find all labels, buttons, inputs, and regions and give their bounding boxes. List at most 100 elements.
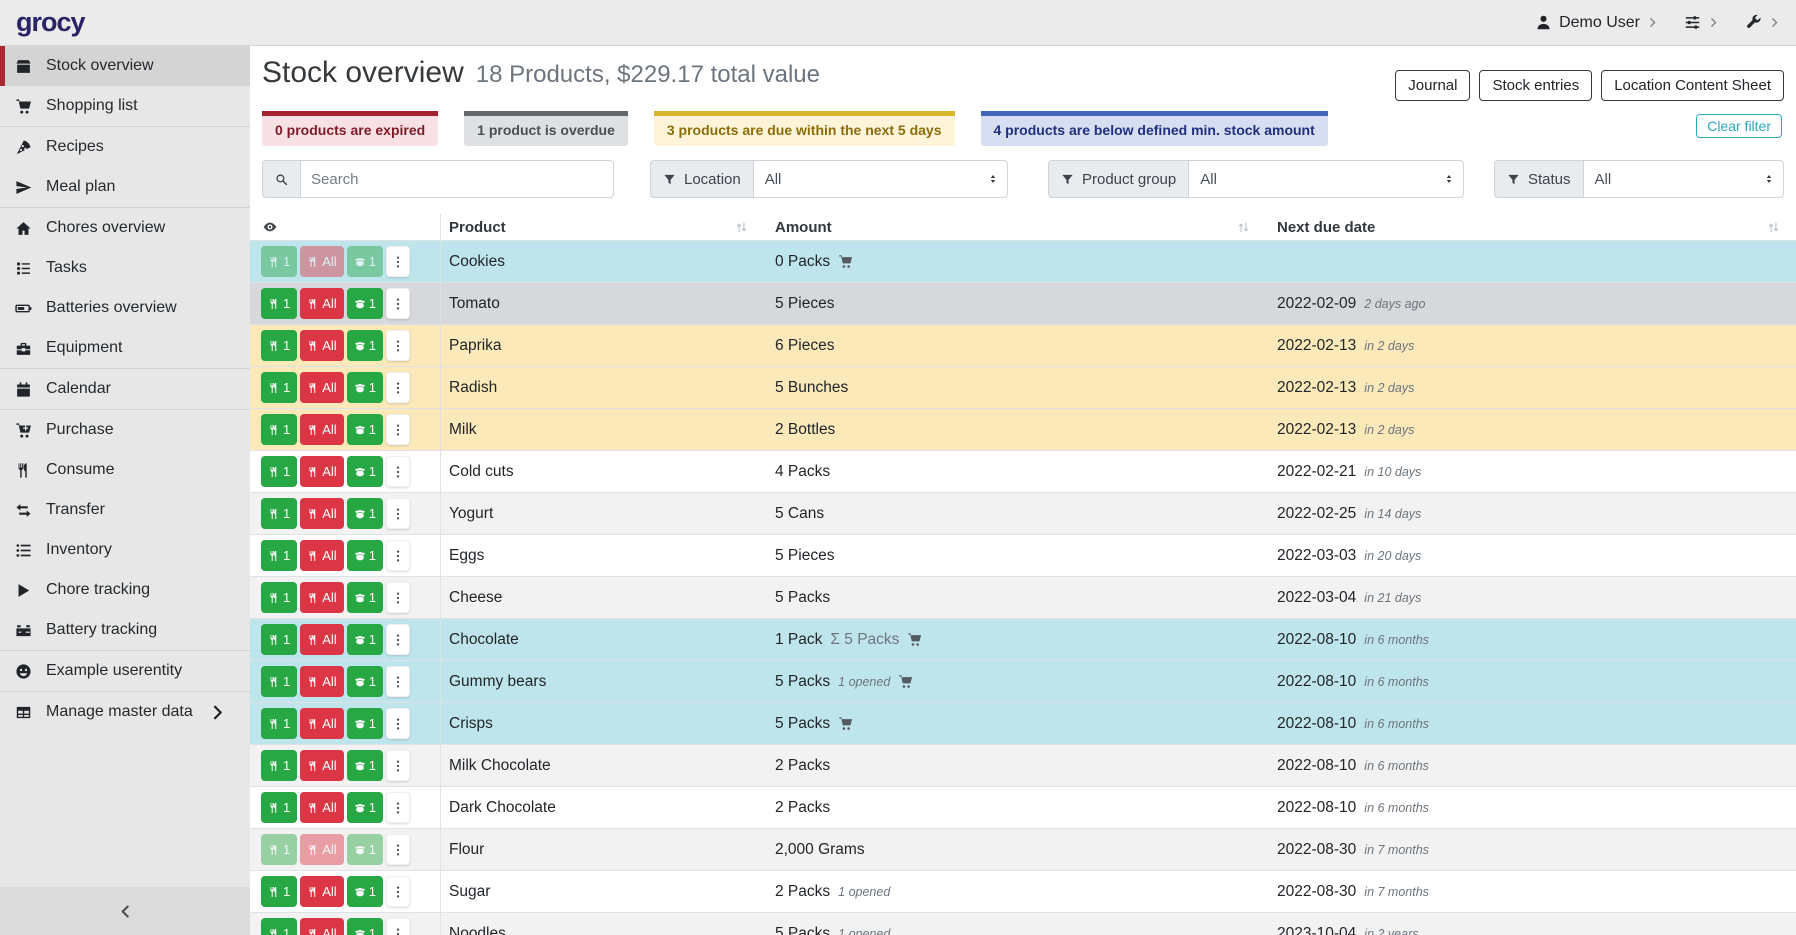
row-menu-button[interactable] [386, 288, 410, 319]
row-menu-button[interactable] [386, 246, 410, 277]
sidebar-item-equipment[interactable]: Equipment [0, 328, 250, 368]
consume-all-button[interactable]: All [300, 246, 343, 277]
row-menu-button[interactable] [386, 792, 410, 823]
sidebar-item-transfer[interactable]: Transfer [0, 490, 250, 530]
location-content-sheet-button[interactable]: Location Content Sheet [1601, 70, 1784, 101]
consume-all-button[interactable]: All [300, 498, 343, 529]
search-input[interactable] [300, 160, 614, 198]
consume-one-button[interactable]: 1 [261, 288, 297, 319]
row-menu-button[interactable] [386, 372, 410, 403]
consume-all-button[interactable]: All [300, 708, 343, 739]
mark-opened-button[interactable]: 1 [347, 246, 383, 277]
consume-one-button[interactable]: 1 [261, 708, 297, 739]
row-menu-button[interactable] [386, 876, 410, 907]
mark-opened-button[interactable]: 1 [347, 414, 383, 445]
sidebar-item-chores-overview[interactable]: Chores overview [0, 208, 250, 248]
mark-opened-button[interactable]: 1 [347, 582, 383, 613]
consume-one-button[interactable]: 1 [261, 582, 297, 613]
row-menu-button[interactable] [386, 624, 410, 655]
mark-opened-button[interactable]: 1 [347, 750, 383, 781]
column-header-next-due-date[interactable]: Next due date [1258, 219, 1796, 236]
sidebar-item-calendar[interactable]: Calendar [0, 369, 250, 409]
consume-all-button[interactable]: All [300, 666, 343, 697]
consume-one-button[interactable]: 1 [261, 540, 297, 571]
product-group-select[interactable]: All [1188, 160, 1464, 198]
user-menu[interactable]: Demo User [1535, 14, 1658, 32]
journal-button[interactable]: Journal [1395, 70, 1470, 101]
consume-one-button[interactable]: 1 [261, 456, 297, 487]
row-menu-button[interactable] [386, 414, 410, 445]
sidebar-item-purchase[interactable]: Purchase [0, 410, 250, 450]
column-header-product[interactable]: Product [441, 219, 758, 236]
row-menu-button[interactable] [386, 498, 410, 529]
sidebar-item-inventory[interactable]: Inventory [0, 530, 250, 570]
mark-opened-button[interactable]: 1 [347, 624, 383, 655]
consume-one-button[interactable]: 1 [261, 666, 297, 697]
consume-all-button[interactable]: All [300, 624, 343, 655]
sidebar-item-battery-tracking[interactable]: Battery tracking [0, 610, 250, 650]
consume-all-button[interactable]: All [300, 792, 343, 823]
status-chip-below-min[interactable]: 4 products are below defined min. stock … [981, 111, 1328, 146]
consume-all-button[interactable]: All [300, 750, 343, 781]
consume-one-button[interactable]: 1 [261, 792, 297, 823]
admin-menu[interactable] [1745, 14, 1780, 31]
consume-one-button[interactable]: 1 [261, 876, 297, 907]
consume-one-button[interactable]: 1 [261, 750, 297, 781]
stock-entries-button[interactable]: Stock entries [1479, 70, 1592, 101]
sort-icon[interactable] [1237, 221, 1250, 234]
row-menu-button[interactable] [386, 918, 410, 935]
status-chip-due-soon[interactable]: 3 products are due within the next 5 day… [654, 111, 955, 146]
column-header-amount[interactable]: Amount [758, 219, 1258, 236]
consume-all-button[interactable]: All [300, 456, 343, 487]
consume-all-button[interactable]: All [300, 372, 343, 403]
mark-opened-button[interactable]: 1 [347, 708, 383, 739]
sidebar-item-meal-plan[interactable]: Meal plan [0, 167, 250, 207]
mark-opened-button[interactable]: 1 [347, 498, 383, 529]
app-logo[interactable]: grocy [16, 7, 85, 38]
mark-opened-button[interactable]: 1 [347, 666, 383, 697]
row-menu-button[interactable] [386, 834, 410, 865]
row-menu-button[interactable] [386, 750, 410, 781]
consume-all-button[interactable]: All [300, 834, 343, 865]
row-menu-button[interactable] [386, 330, 410, 361]
consume-all-button[interactable]: All [300, 540, 343, 571]
eye-icon[interactable] [262, 219, 278, 235]
mark-opened-button[interactable]: 1 [347, 372, 383, 403]
sidebar-item-manage-master-data[interactable]: Manage master data [0, 692, 250, 732]
mark-opened-button[interactable]: 1 [347, 330, 383, 361]
mark-opened-button[interactable]: 1 [347, 540, 383, 571]
sidebar-item-chore-tracking[interactable]: Chore tracking [0, 570, 250, 610]
row-menu-button[interactable] [386, 456, 410, 487]
consume-one-button[interactable]: 1 [261, 330, 297, 361]
sidebar-item-recipes[interactable]: Recipes [0, 127, 250, 167]
consume-one-button[interactable]: 1 [261, 414, 297, 445]
mark-opened-button[interactable]: 1 [347, 876, 383, 907]
sidebar-item-batteries-overview[interactable]: Batteries overview [0, 288, 250, 328]
row-menu-button[interactable] [386, 540, 410, 571]
consume-one-button[interactable]: 1 [261, 918, 297, 935]
sort-icon[interactable] [1767, 221, 1780, 234]
mark-opened-button[interactable]: 1 [347, 792, 383, 823]
clear-filter-button[interactable]: Clear filter [1696, 114, 1782, 138]
status-chip-expired[interactable]: 0 products are expired [262, 111, 438, 146]
consume-one-button[interactable]: 1 [261, 246, 297, 277]
mark-opened-button[interactable]: 1 [347, 288, 383, 319]
sidebar-item-example-userentity[interactable]: Example userentity [0, 651, 250, 691]
status-chip-overdue[interactable]: 1 product is overdue [464, 111, 628, 146]
settings-menu[interactable] [1684, 14, 1719, 31]
consume-all-button[interactable]: All [300, 330, 343, 361]
sidebar-item-shopping-list[interactable]: Shopping list [0, 86, 250, 126]
sort-icon[interactable] [735, 221, 748, 234]
row-menu-button[interactable] [386, 582, 410, 613]
sidebar-collapse-button[interactable] [0, 887, 250, 935]
consume-all-button[interactable]: All [300, 876, 343, 907]
consume-one-button[interactable]: 1 [261, 624, 297, 655]
consume-one-button[interactable]: 1 [261, 372, 297, 403]
row-menu-button[interactable] [386, 708, 410, 739]
status-select[interactable]: All [1583, 160, 1784, 198]
sidebar-item-tasks[interactable]: Tasks [0, 248, 250, 288]
consume-all-button[interactable]: All [300, 414, 343, 445]
sidebar-item-consume[interactable]: Consume [0, 450, 250, 490]
mark-opened-button[interactable]: 1 [347, 918, 383, 935]
location-select[interactable]: All [753, 160, 1008, 198]
